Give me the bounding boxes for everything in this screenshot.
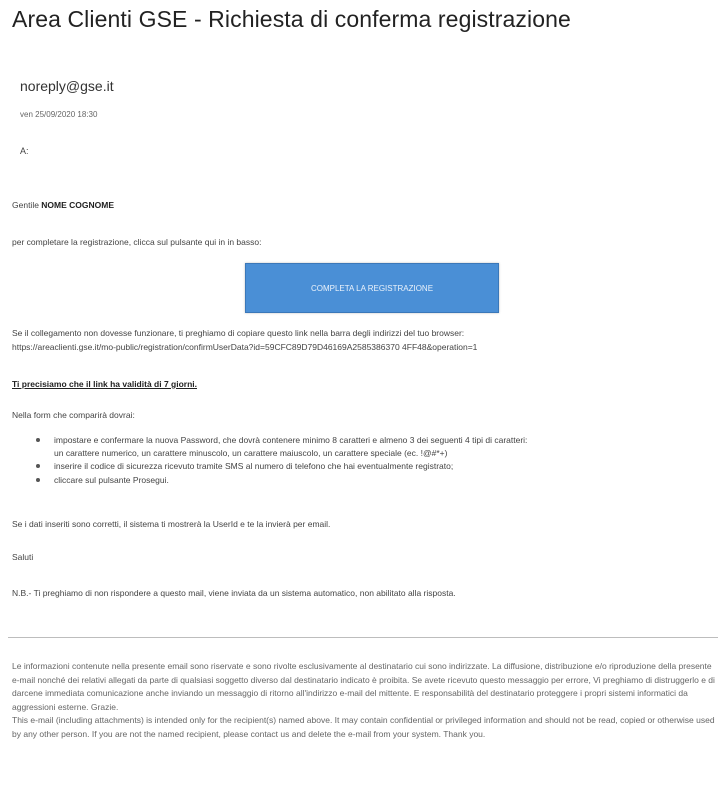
divider [8,637,718,638]
bullet-dot [36,438,40,442]
list-item-text: impostare e confermare la nuova Password… [54,435,528,445]
greeting-prefix: Gentile [12,200,42,210]
data-correct-text: Se i dati inseriti sono corretti, il sis… [12,519,331,529]
list-item-text-continued: un carattere numerico, un carattere minu… [54,447,448,458]
greeting-name: NOME COGNOME [41,200,115,210]
email-subject: Area Clienti GSE - Richiesta di conferma… [12,6,571,32]
form-intro: Nella form che comparirà dovrai: [12,410,135,420]
instructions-list: impostare e confermare la nuova Password… [36,434,686,487]
list-item: cliccare sul pulsante Prosegui. [36,474,686,487]
bullet-dot [36,477,40,482]
greeting: Gentile NOME COGNOME [12,199,114,212]
complete-registration-button[interactable]: COMPLETA LA REGISTRAZIONE [245,263,499,313]
fallback-url-link[interactable]: https://areaclienti.gse.it/mo-public/reg… [12,341,477,354]
regards-text: Saluti [12,552,34,562]
bullet-dot [36,464,40,468]
list-item-text: cliccare sul pulsante Prosegui. [54,474,169,485]
disclaimer-italian: Le informazioni contenute nella presente… [12,661,715,712]
nb-note: N.B.- Ti preghiamo di non rispondere a q… [12,588,456,598]
complete-registration-button-label: COMPLETA LA REGISTRAZIONE [310,283,434,293]
disclaimer-block: Le informazioni contenute nella presente… [12,660,718,742]
sender-address[interactable]: noreply@gse.it [20,78,114,94]
disclaimer-english: This e-mail (including attachments) is i… [12,715,715,739]
list-item-text: inserire il codice di sicurezza ricevuto… [54,461,454,471]
list-item: impostare e confermare la nuova Password… [36,434,686,459]
validity-note: Ti precisiamo che il link ha validità di… [12,379,198,389]
recipient-label: A: [20,146,29,156]
list-item: inserire il codice di sicurezza ricevuto… [36,460,686,473]
intro-text: per completare la registrazione, clicca … [12,237,262,247]
fallback-text: Se il collegamento non dovesse funzionar… [12,328,465,338]
sent-date: ven 25/09/2020 18:30 [20,110,98,119]
